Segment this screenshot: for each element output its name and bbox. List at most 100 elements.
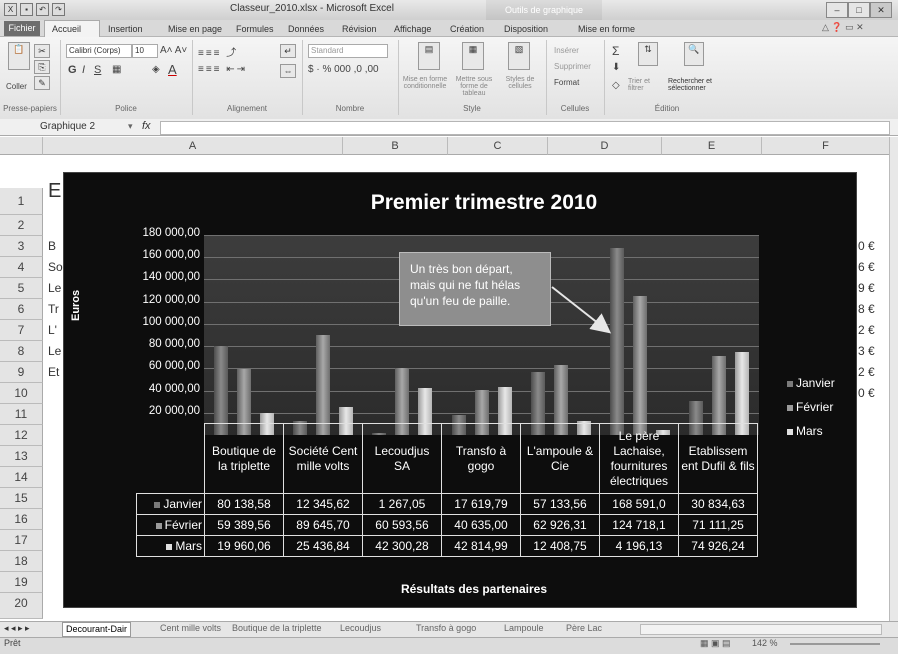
excel-icon[interactable]: X (4, 3, 17, 16)
paste-button[interactable]: Coller (6, 82, 27, 91)
find-select-icon[interactable]: 🔍 (684, 42, 704, 66)
copy-icon[interactable]: ⎘ (34, 60, 50, 74)
maximize-button[interactable]: □ (848, 2, 870, 18)
tab-fichier[interactable]: Fichier (4, 21, 40, 36)
x-axis-title[interactable]: Résultats des partenaires (364, 582, 584, 596)
tab-disposition[interactable]: Disposition (504, 22, 548, 36)
sort-filter-button[interactable]: Trier et filtrer (628, 78, 666, 92)
chart-title[interactable]: Premier trimestre 2010 (284, 191, 684, 215)
cell-fragment[interactable]: 3 € (858, 344, 875, 358)
conditional-format-icon[interactable]: ▤ (418, 42, 440, 70)
name-box-dropdown-icon[interactable]: ▾ (128, 121, 133, 132)
number-format-select[interactable]: Standard (308, 44, 388, 58)
select-all-corner[interactable] (0, 137, 43, 155)
undo-icon[interactable]: ↶ (36, 3, 49, 16)
bar-fevrier-1[interactable] (315, 335, 330, 435)
sort-filter-icon[interactable]: ⇅ (638, 42, 658, 66)
cell-fragment[interactable]: So (48, 260, 63, 274)
formula-input[interactable] (160, 121, 890, 135)
format-cells-button[interactable]: Format (554, 78, 579, 87)
tab-formules[interactable]: Formules (236, 22, 274, 36)
italic-button[interactable]: I (82, 64, 85, 76)
row-header[interactable]: 11 (0, 404, 43, 425)
cell-fragment[interactable]: 0 € (858, 239, 875, 253)
tab-insertion[interactable]: Insertion (108, 22, 143, 36)
cell-fragment[interactable]: L' (48, 323, 57, 337)
tab-revision[interactable]: Révision (342, 22, 377, 36)
cell-styles-icon[interactable]: ▧ (508, 42, 530, 70)
delete-cells-button[interactable]: Supprimer (554, 62, 591, 71)
font-grow-shrink-buttons[interactable]: A˄ A˅ (160, 45, 187, 56)
cut-icon[interactable]: ✂ (34, 44, 50, 58)
sheet-tab[interactable]: Transfo à gogo (416, 622, 476, 635)
legend-entry[interactable]: Février (787, 400, 833, 414)
annotation-callout[interactable]: Un très bon départ, mais qui ne fut héla… (399, 252, 551, 326)
row-header[interactable]: 19 (0, 572, 43, 593)
horizontal-scrollbar[interactable] (640, 624, 882, 635)
row-header[interactable]: 15 (0, 488, 43, 509)
conditional-format-button[interactable]: Mise en forme conditionnelle (400, 76, 450, 90)
table-format-icon[interactable]: ▦ (462, 42, 484, 70)
row-header[interactable]: 6 (0, 299, 43, 320)
align-horizontal-buttons[interactable]: ≡≡≡ ⇤⇥ (198, 64, 247, 75)
row-header[interactable]: 1 (0, 188, 43, 215)
cell-fragment[interactable]: 2 € (858, 365, 875, 379)
row-header[interactable]: 13 (0, 446, 43, 467)
sheet-nav-buttons[interactable]: ◂ ◂ ▸ ▸ (4, 622, 30, 635)
column-header-b[interactable]: B (343, 137, 448, 155)
cell-fragment[interactable]: B (48, 239, 56, 253)
cell-fragment[interactable]: Et (48, 365, 59, 379)
sheet-tab[interactable]: Lecoudjus (340, 622, 381, 635)
sheet-tab[interactable]: Boutique de la triplette (232, 622, 322, 635)
zoom-level[interactable]: 142 % (752, 638, 778, 648)
font-size-select[interactable]: 10 (132, 44, 158, 58)
tab-mise-en-forme[interactable]: Mise en forme (578, 22, 635, 36)
cell-fragment[interactable]: 2 € (858, 323, 875, 337)
clear-icon[interactable]: ◇ (612, 80, 620, 91)
cell-fragment[interactable]: Tr (48, 302, 59, 316)
cell-styles-button[interactable]: Styles de cellules (500, 76, 540, 90)
view-buttons[interactable]: ▦ ▣ ▤ (700, 638, 731, 649)
sheet-tab[interactable]: Père Lac (566, 622, 602, 635)
table-format-button[interactable]: Mettre sous forme de tableau (448, 76, 500, 97)
font-color-icon[interactable]: A (168, 62, 177, 77)
sheet-tab[interactable]: Cent mille volts (160, 622, 221, 635)
vertical-scrollbar[interactable] (889, 137, 898, 621)
underline-button[interactable]: S (94, 64, 101, 76)
legend-entry[interactable]: Janvier (787, 376, 835, 390)
row-header[interactable]: 8 (0, 341, 43, 362)
cell-fragment[interactable]: Le (48, 344, 61, 358)
cell-fragment[interactable]: Le (48, 281, 61, 295)
row-header[interactable]: 7 (0, 320, 43, 341)
fill-icon[interactable]: ⬇ (612, 62, 620, 73)
row-header[interactable]: 20 (0, 593, 43, 619)
row-header[interactable]: 5 (0, 278, 43, 299)
fill-color-icon[interactable]: ◈ (152, 64, 160, 75)
number-format-buttons[interactable]: $ · % 000 ,0 ,00 (308, 64, 379, 75)
autosum-icon[interactable]: Σ (612, 44, 619, 58)
borders-icon[interactable]: ▦ (112, 64, 121, 75)
bold-button[interactable]: G (68, 64, 77, 76)
close-button[interactable]: ✕ (870, 2, 892, 18)
row-header[interactable]: 4 (0, 257, 43, 278)
paste-icon[interactable]: 📋 (8, 42, 30, 70)
row-header[interactable]: 2 (0, 215, 43, 236)
sheet-tab[interactable]: Lampoule (504, 622, 544, 635)
row-header[interactable]: 17 (0, 530, 43, 551)
align-top-buttons[interactable]: ≡≡≡ ⤴ (198, 44, 238, 59)
y-axis-title[interactable]: Euros (70, 290, 82, 321)
cell-fragment[interactable]: E (48, 180, 61, 203)
ribbon-control-icons[interactable]: △ ❓ ▭ ✕ (822, 22, 864, 33)
row-header[interactable]: 12 (0, 425, 43, 446)
row-header[interactable]: 9 (0, 362, 43, 383)
legend-entry[interactable]: Mars (787, 424, 823, 438)
tab-donnees[interactable]: Données (288, 22, 324, 36)
row-header[interactable]: 3 (0, 236, 43, 257)
name-box[interactable]: Graphique 2 (4, 121, 114, 133)
tab-accueil[interactable]: Accueil (52, 22, 81, 36)
row-header[interactable]: 10 (0, 383, 43, 404)
zoom-slider[interactable] (790, 643, 880, 645)
column-header-d[interactable]: D (548, 137, 662, 155)
column-header-e[interactable]: E (662, 137, 762, 155)
redo-icon[interactable]: ↷ (52, 3, 65, 16)
